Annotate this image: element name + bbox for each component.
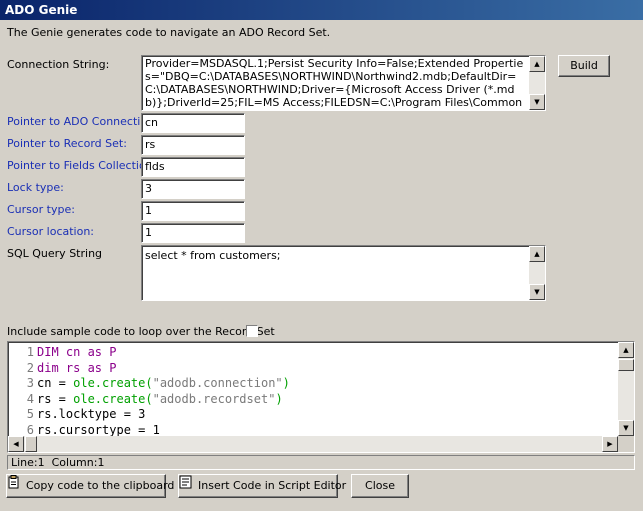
- code-editor[interactable]: 1 DIM cn as P 2 dim rs as P 3 cn = ole.create…: [7, 341, 635, 453]
- hscroll-thumb[interactable]: [25, 436, 37, 452]
- copy-button-label: Copy code to the clipboard: [26, 479, 175, 492]
- code-line[interactable]: 6 rs.cursortype = 1: [8, 422, 160, 437]
- connection-string-label: Connection String:: [7, 58, 110, 71]
- status-bar: Line:1 Column:1: [7, 455, 635, 470]
- scroll-up-icon[interactable]: ▲: [618, 342, 634, 358]
- ado-connection-label: Pointer to ADO Connection:: [7, 115, 158, 128]
- connection-string-text: Provider=MSDASQL.1;Persist Security Info…: [145, 57, 524, 110]
- code-token: ): [275, 391, 283, 406]
- ado-connection-input[interactable]: cn: [141, 113, 245, 133]
- scroll-thumb[interactable]: [618, 359, 634, 371]
- code-line[interactable]: 5 rs.locktype = 3: [8, 406, 146, 422]
- fields-collection-label: Pointer to Fields Collection:: [7, 159, 157, 172]
- scroll-down-icon[interactable]: ▼: [529, 284, 545, 300]
- build-button[interactable]: Build: [558, 55, 610, 77]
- scroll-up-icon[interactable]: ▲: [529, 56, 545, 72]
- code-token: "adodb.recordset": [152, 391, 276, 406]
- record-set-label: Pointer to Record Set:: [7, 137, 127, 150]
- code-vscrollbar[interactable]: ▲ ▼: [618, 342, 634, 436]
- record-set-input[interactable]: rs: [141, 135, 245, 155]
- code-token: rs =: [37, 391, 74, 406]
- sql-scrollbar[interactable]: ▲ ▼: [529, 246, 545, 300]
- code-line[interactable]: 1 DIM cn as P: [8, 344, 117, 360]
- loop-checkbox[interactable]: [246, 325, 258, 337]
- line-number: 6: [26, 422, 34, 437]
- code-token: DIM cn as P: [37, 345, 117, 359]
- code-token: rs.locktype = 3: [37, 407, 146, 421]
- sql-query-field[interactable]: select * from customers; ▲ ▼: [141, 245, 546, 301]
- scroll-up-icon[interactable]: ▲: [529, 246, 545, 262]
- copy-to-clipboard-button[interactable]: Copy code to the clipboard: [6, 474, 174, 498]
- cursor-type-input[interactable]: 1: [141, 201, 245, 221]
- line-number: 4: [26, 391, 34, 406]
- script-insert-icon: [179, 475, 193, 497]
- code-hscrollbar[interactable]: ◀ ▶: [8, 436, 618, 452]
- cursor-location-input[interactable]: 1: [141, 223, 245, 243]
- line-column-indicator: Line:1 Column:1: [11, 456, 105, 469]
- clipboard-icon: [7, 475, 21, 497]
- code-token: dim rs as P: [37, 360, 117, 375]
- code-token: ): [282, 376, 290, 390]
- line-number: 1: [26, 345, 34, 359]
- sql-query-text: select * from customers;: [145, 249, 281, 262]
- line-number: 5: [26, 407, 34, 421]
- sql-query-label: SQL Query String: [7, 247, 103, 260]
- code-token: cn =: [37, 376, 74, 390]
- loop-checkbox-label: Include sample code to loop over the Rec…: [7, 325, 275, 338]
- description-text: The Genie generates code to navigate an …: [7, 26, 331, 39]
- scroll-down-icon[interactable]: ▼: [618, 420, 634, 436]
- scroll-down-icon[interactable]: ▼: [529, 94, 545, 110]
- cursor-type-label: Cursor type:: [7, 203, 75, 216]
- scroll-corner: [618, 436, 634, 452]
- lock-type-input[interactable]: 3: [141, 179, 245, 199]
- cursor-location-label: Cursor location:: [7, 225, 95, 238]
- scroll-left-icon[interactable]: ◀: [8, 436, 24, 452]
- code-token: rs.cursortype = 1: [37, 422, 160, 437]
- code-token: ole.create: [73, 391, 146, 406]
- window-title: ADO Genie: [0, 0, 643, 20]
- insert-button-label: Insert Code in Script Editor: [198, 479, 347, 492]
- code-line[interactable]: 3 cn = ole.create("adodb.connection"): [8, 375, 290, 391]
- line-number: 3: [26, 376, 34, 390]
- code-line[interactable]: 2 dim rs as P: [8, 360, 117, 376]
- code-token: (: [145, 376, 153, 390]
- close-button[interactable]: Close: [351, 474, 409, 498]
- code-token: (: [145, 391, 153, 406]
- code-token: ole.create: [73, 376, 146, 390]
- code-line[interactable]: 4 rs = ole.create("adodb.recordset"): [8, 391, 283, 407]
- line-number: 2: [26, 360, 34, 375]
- lock-type-label: Lock type:: [7, 181, 64, 194]
- insert-code-button[interactable]: Insert Code in Script Editor: [178, 474, 346, 498]
- fields-collection-input[interactable]: flds: [141, 157, 245, 177]
- code-area[interactable]: 1 DIM cn as P 2 dim rs as P 3 cn = ole.create…: [8, 344, 616, 436]
- code-token: "adodb.connection": [152, 376, 283, 390]
- scroll-right-icon[interactable]: ▶: [602, 436, 618, 452]
- connection-string-field[interactable]: Provider=MSDASQL.1;Persist Security Info…: [141, 55, 546, 111]
- connection-scrollbar[interactable]: ▲ ▼: [529, 56, 545, 110]
